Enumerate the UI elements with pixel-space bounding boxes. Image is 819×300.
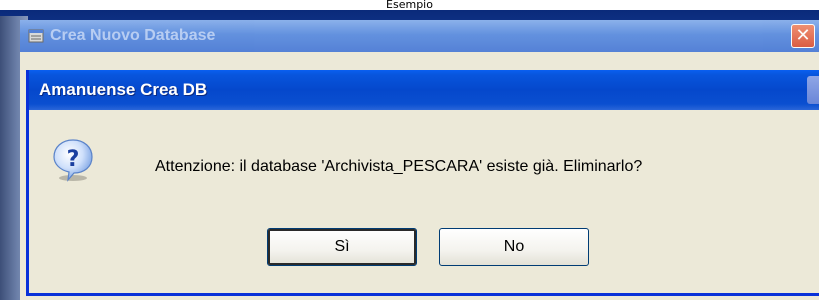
dialog-close-button[interactable] — [807, 76, 819, 104]
svg-text:?: ? — [67, 147, 80, 172]
database-app-icon — [28, 29, 44, 43]
yes-button[interactable]: Sì — [267, 228, 417, 266]
no-button[interactable]: No — [439, 228, 589, 266]
dialog-message: Attenzione: il database 'Archivista_PESC… — [155, 158, 643, 175]
message-dialog: Amanuense Crea DB ? Attenzione: il datab… — [26, 70, 819, 296]
dialog-title: Amanuense Crea DB — [39, 80, 208, 99]
dialog-titlebar[interactable]: Amanuense Crea DB — [29, 70, 819, 110]
question-icon: ? — [53, 139, 93, 182]
background-window-title: Crea Nuovo Database — [50, 27, 216, 44]
background-window-titlebar[interactable]: Crea Nuovo Database ✕ — [20, 20, 819, 52]
close-icon: ✕ — [795, 25, 811, 46]
top-caption: Esempio — [386, 0, 433, 10]
background-window-close-button[interactable]: ✕ — [791, 24, 815, 48]
